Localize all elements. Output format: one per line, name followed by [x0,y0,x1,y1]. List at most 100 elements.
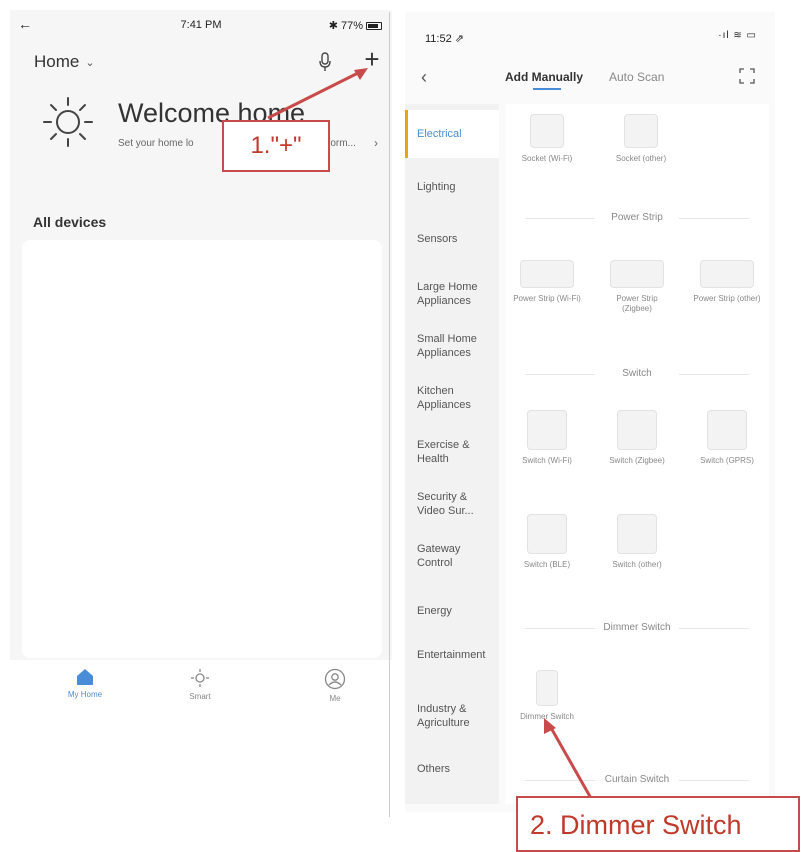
power-strip-icon [700,260,754,288]
sidebar-item-label: Security & Video Sur... [417,491,474,517]
sidebar-item-label: Electrical [417,128,462,140]
tab-auto-scan[interactable]: Auto Scan [609,70,664,84]
annotation-step-2: 2. Dimmer Switch [516,796,800,852]
device-label: Switch (GPRS) [700,456,754,465]
battery-icon [366,21,382,30]
sidebar-item-electrical[interactable]: Electrical [405,110,499,158]
section-switch: Switch [505,368,769,379]
bottom-tab-bar: My Home Smart Me [10,660,392,712]
sidebar-item-gateway-control[interactable]: Gateway Control [405,542,481,570]
sidebar-item-security-video[interactable]: Security & Video Sur... [405,490,495,518]
section-power-strip: Power Strip [505,212,769,223]
devices-panel [22,240,382,658]
sidebar-item-label: Others [417,763,451,775]
device-strip-other[interactable]: Power Strip (other) [691,260,763,304]
sidebar-item-label: Small Home Appliances [417,333,477,359]
socket-icon [624,114,658,148]
sidebar-item-label: Sensors [417,233,458,245]
device-switch-ble[interactable]: Switch (BLE) [511,514,583,570]
device-label: Switch (Zigbee) [609,456,665,465]
annotation-step-1: 1."+" [222,120,330,172]
sidebar-item-kitchen-appliances[interactable]: Kitchen Appliances [405,384,489,412]
sidebar-item-label: Large Home Appliances [417,281,478,307]
section-dimmer-switch: Dimmer Switch [505,622,769,633]
me-icon [324,668,346,690]
device-label: Switch (BLE) [523,560,571,569]
dimmer-switch-icon [536,670,558,706]
home-selector[interactable]: Home ⌄ [34,52,95,72]
right-phone-screen: 11:52 ⇗ ·ıl ≋ ▭ ‹ Add Manually Auto Scan… [405,12,775,812]
sidebar-item-energy[interactable]: Energy [405,604,499,618]
active-marker [405,110,408,158]
smart-sun-icon [191,669,209,687]
device-switch-wifi[interactable]: Switch (Wi-Fi) [511,410,583,466]
status-bar: ← 7:41 PM ✱ 77% [10,10,392,40]
sidebar-item-label: Exercise & Health [417,439,470,465]
sidebar-item-label: Industry & Agriculture [417,703,470,729]
tab-me[interactable]: Me [290,668,380,703]
home-icon [77,669,93,685]
sidebar-item-exercise-health[interactable]: Exercise & Health [405,438,485,466]
sidebar-item-label: Gateway Control [417,543,461,569]
devices-header: All devices [28,200,328,240]
tab-label: Smart [189,692,211,701]
status-signals: ·ıl ≋ ▭ [718,30,757,41]
chevron-right-icon[interactable]: › [374,136,378,150]
tab-smart[interactable]: Smart [155,668,245,701]
tab-my-home[interactable]: My Home [40,668,130,699]
annotation-arrow-2 [544,718,594,801]
devices-title: All devices [33,214,107,230]
switch-icon [617,410,657,450]
device-dimmer-switch[interactable]: Dimmer Switch [511,670,583,722]
back-button[interactable]: ‹ [421,67,427,88]
sidebar-item-lighting[interactable]: Lighting [405,180,499,194]
tab-label: My Home [67,690,103,699]
switch-icon [527,514,567,554]
device-label: Socket (Wi-Fi) [521,154,573,163]
battery-text: ✱ 77% [328,20,363,32]
annotation-step-2-text: 2. Dimmer Switch [530,810,742,840]
device-switch-zigbee[interactable]: Switch (Zigbee) [601,410,673,466]
tab-label: Me [329,694,341,703]
power-strip-icon [520,260,574,288]
device-strip-wifi[interactable]: Power Strip (Wi-Fi) [511,260,583,304]
annotation-step-1-text: 1."+" [250,132,302,159]
status-time: 11:52 ⇗ [425,33,464,45]
device-switch-other[interactable]: Switch (other) [601,514,673,570]
device-label: Power Strip (other) [693,294,761,303]
sun-icon [43,97,93,147]
sidebar-item-label: Lighting [417,181,456,193]
device-label: Switch (Wi-Fi) [522,456,572,465]
weather-subtitle[interactable]: Set your home lo [118,138,194,149]
power-strip-icon [610,260,664,288]
tab-add-manually[interactable]: Add Manually [505,70,583,84]
sidebar-item-small-home-appliances[interactable]: Small Home Appliances [405,332,495,360]
sidebar-item-label: Energy [417,605,452,617]
device-catalog: Socket (Wi-Fi) Socket (other) Power Stri… [505,104,769,804]
status-battery: ✱ 77% [329,19,382,32]
device-socket-other[interactable]: Socket (other) [605,114,677,164]
switch-icon [527,410,567,450]
scan-icon[interactable] [739,68,755,84]
sidebar-item-label: Entertainment [417,649,486,661]
status-bar: 11:52 ⇗ ·ıl ≋ ▭ [405,12,775,45]
switch-icon [617,514,657,554]
sidebar-item-industry-agriculture[interactable]: Industry & Agriculture [405,702,491,730]
sidebar-item-large-home-appliances[interactable]: Large Home Appliances [405,280,495,308]
active-tab-indicator [533,88,561,90]
sidebar-item-label: Kitchen Appliances [417,385,471,411]
chevron-down-icon: ⌄ [85,56,95,69]
sidebar-item-others[interactable]: Others [405,762,499,776]
left-phone-screen: ← 7:41 PM ✱ 77% Home ⌄ + Welcome home Se… [10,10,392,712]
annotation-arrow-1 [267,68,368,120]
device-label: Power Strip (Zigbee) [616,294,658,313]
device-switch-gprs[interactable]: Switch (GPRS) [691,410,763,466]
home-selector-label: Home [34,52,80,71]
device-strip-zigbee[interactable]: Power Strip (Zigbee) [601,260,673,314]
sidebar-item-sensors[interactable]: Sensors [405,232,499,246]
device-label: Power Strip (Wi-Fi) [513,294,581,303]
screen-divider [389,12,390,817]
sidebar-item-entertainment[interactable]: Entertainment [405,648,491,662]
switch-icon [707,410,747,450]
device-socket-wifi[interactable]: Socket (Wi-Fi) [511,114,583,164]
